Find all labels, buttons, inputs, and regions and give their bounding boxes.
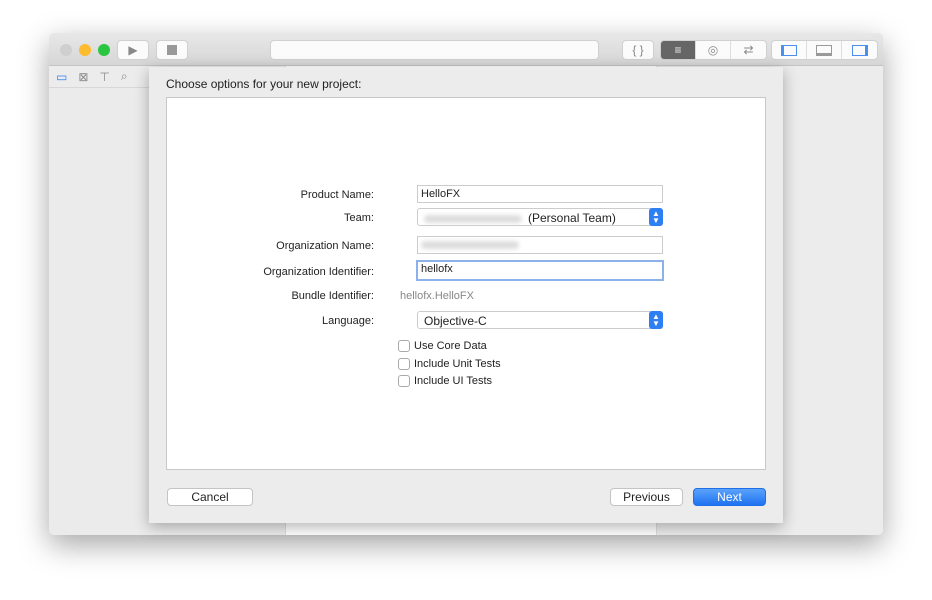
navigator-sidebar [49, 89, 149, 535]
team-value: (Personal Team) [528, 211, 616, 225]
bundle-identifier-label: Bundle Identifier: [291, 290, 374, 302]
bundle-identifier-value: hellofx.HelloFX [400, 290, 474, 302]
assistant-editor-icon[interactable]: ◎ [696, 41, 731, 59]
team-label: Team: [344, 212, 374, 224]
language-label: Language: [322, 315, 374, 327]
standard-editor-icon[interactable]: ≡ [661, 41, 696, 59]
code-snippet-icon: { } [632, 43, 644, 57]
language-popup[interactable]: Objective-C ▲ ▼ [417, 311, 663, 329]
new-project-sheet: Choose options for your new project: Pro… [149, 67, 783, 523]
checkbox-box[interactable] [398, 340, 410, 352]
organization-identifier-label: Organization Identifier: [263, 266, 374, 278]
next-button[interactable]: Next [693, 488, 766, 506]
editor-mode-control: ≡ ◎ ⇄ [660, 40, 767, 60]
checkbox-label: Use Core Data [414, 340, 487, 352]
include-ui-tests-checkbox[interactable]: Include UI Tests [398, 375, 492, 387]
zoom-button[interactable] [98, 44, 110, 56]
chevron-updown-icon: ▲ ▼ [649, 311, 663, 329]
cancel-button[interactable]: Cancel [167, 488, 253, 506]
include-unit-tests-checkbox[interactable]: Include Unit Tests [398, 358, 501, 370]
checkbox-label: Include Unit Tests [414, 358, 501, 370]
stop-icon [167, 45, 177, 55]
chevron-updown-icon: ▲ ▼ [649, 208, 663, 226]
checkbox-box[interactable] [398, 375, 410, 387]
search-icon[interactable]: ⌕ [121, 69, 128, 84]
product-name-input[interactable]: HelloFX [417, 185, 663, 203]
activity-viewer [270, 40, 599, 60]
folder-icon[interactable]: ▭ [56, 70, 67, 84]
run-button[interactable]: ▶ [117, 40, 149, 60]
organization-name-label: Organization Name: [276, 240, 374, 252]
redacted-team-name [424, 214, 522, 223]
utilities-panel-icon[interactable] [842, 41, 877, 59]
stop-button[interactable] [156, 40, 188, 60]
team-popup[interactable]: (Personal Team) ▲ ▼ [417, 208, 663, 226]
toolbar: ▶ { } ≡ ◎ ⇄ [49, 33, 883, 66]
minimize-button[interactable] [79, 44, 91, 56]
play-icon: ▶ [128, 43, 138, 57]
use-core-data-checkbox[interactable]: Use Core Data [398, 340, 487, 352]
source-control-icon[interactable]: ⊠ [78, 70, 88, 84]
redacted-organization-name [421, 241, 519, 250]
checkbox-label: Include UI Tests [414, 375, 493, 387]
hierarchy-icon[interactable]: ⊤ [99, 70, 109, 84]
version-editor-icon[interactable]: ⇄ [731, 41, 766, 59]
product-name-label: Product Name: [300, 189, 374, 201]
previous-button[interactable]: Previous [610, 488, 683, 506]
sheet-title: Choose options for your new project: [166, 77, 362, 91]
code-snippet-button[interactable]: { } [622, 40, 654, 60]
navigator-bar: ▭ ⊠ ⊤ ⌕ [49, 66, 149, 88]
organization-name-input[interactable] [417, 236, 663, 254]
checkbox-box[interactable] [398, 358, 410, 370]
navigator-panel-icon[interactable] [772, 41, 807, 59]
panel-toggle-control [771, 40, 878, 60]
options-panel: Product Name: HelloFX Team: (Personal Te… [166, 97, 766, 470]
debug-panel-icon[interactable] [807, 41, 842, 59]
organization-identifier-input[interactable]: hellofx [416, 260, 664, 281]
language-value: Objective-C [424, 314, 487, 328]
close-button[interactable] [60, 44, 72, 56]
